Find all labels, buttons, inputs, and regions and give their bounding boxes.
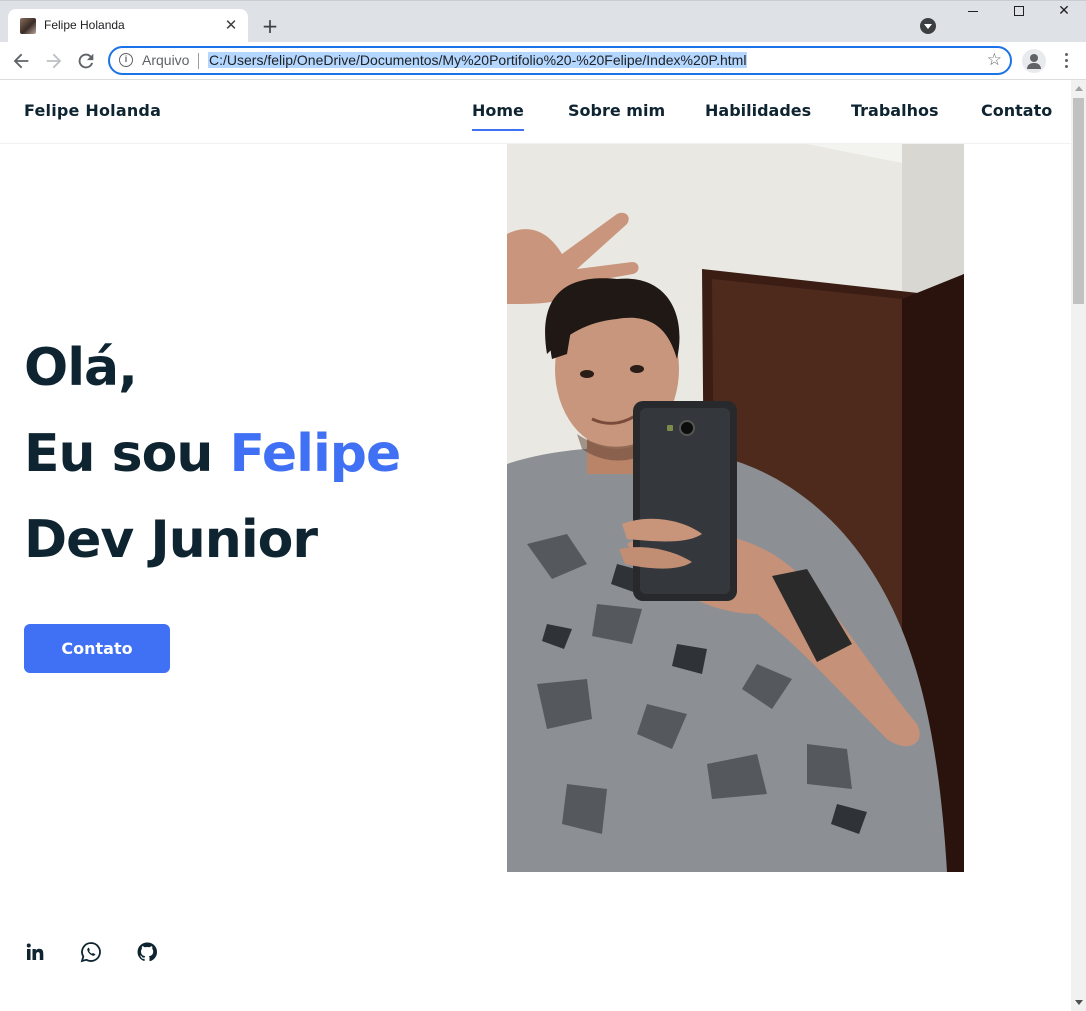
nav-trabalhos[interactable]: Trabalhos <box>851 101 938 120</box>
contact-button[interactable]: Contato <box>24 624 170 673</box>
nav-habilidades[interactable]: Habilidades <box>705 101 811 120</box>
vertical-scrollbar[interactable] <box>1071 80 1086 1011</box>
back-arrow-icon[interactable] <box>10 50 32 72</box>
forward-arrow-icon[interactable] <box>43 50 65 72</box>
site-logo[interactable]: Felipe Holanda <box>24 101 161 120</box>
portrait-photo-icon <box>507 144 964 872</box>
page-viewport: Felipe Holanda Home Sobre mim Habilidade… <box>0 80 1071 1011</box>
address-bar[interactable]: i Arquivo C:/Users/felip/OneDrive/Docume… <box>108 46 1012 75</box>
nav-sobre-mim[interactable]: Sobre mim <box>568 101 665 120</box>
site-header: Felipe Holanda Home Sobre mim Habilidade… <box>0 80 1071 144</box>
browser-toolbar: i Arquivo C:/Users/felip/OneDrive/Docume… <box>0 42 1086 80</box>
scroll-up-arrow-icon[interactable] <box>1075 86 1083 91</box>
nav-contato[interactable]: Contato <box>981 101 1052 120</box>
bookmark-star-icon[interactable]: ☆ <box>987 50 1002 70</box>
profile-avatar-icon[interactable] <box>1022 49 1046 73</box>
hero-name: Felipe <box>229 424 401 484</box>
url-text[interactable]: C:/Users/felip/OneDrive/Documentos/My%20… <box>208 52 748 68</box>
scheme-label: Arquivo <box>142 52 190 68</box>
hero-intro-prefix: Eu sou <box>24 424 213 484</box>
hero-photo <box>507 144 964 872</box>
github-icon[interactable] <box>135 940 159 964</box>
info-icon[interactable]: i <box>119 53 133 67</box>
maximize-window-button[interactable] <box>997 3 1041 31</box>
omnibox-divider <box>198 53 199 69</box>
new-tab-icon[interactable]: + <box>259 15 281 37</box>
hero-greeting: Olá, <box>24 338 138 398</box>
nav-home[interactable]: Home <box>472 101 524 131</box>
scrollbar-thumb[interactable] <box>1073 98 1084 304</box>
reload-icon[interactable] <box>75 50 97 72</box>
minimize-window-button[interactable] <box>951 3 995 31</box>
hero-role: Dev Junior <box>24 510 318 570</box>
close-tab-icon[interactable]: ✕ <box>222 16 240 34</box>
browser-tabstrip: Felipe Holanda ✕ + ✕ <box>0 0 1086 43</box>
favicon-icon <box>20 18 36 34</box>
close-window-button[interactable]: ✕ <box>1042 3 1086 31</box>
tab-search-icon[interactable] <box>920 18 936 34</box>
scroll-down-arrow-icon[interactable] <box>1075 1000 1083 1005</box>
tab-title: Felipe Holanda <box>44 18 125 32</box>
linkedin-icon[interactable] <box>23 940 47 964</box>
hero-intro: Eu sou Felipe <box>24 424 401 484</box>
browser-tab[interactable]: Felipe Holanda ✕ <box>8 9 248 43</box>
browser-menu-icon[interactable] <box>1058 50 1074 72</box>
whatsapp-icon[interactable] <box>79 940 103 964</box>
